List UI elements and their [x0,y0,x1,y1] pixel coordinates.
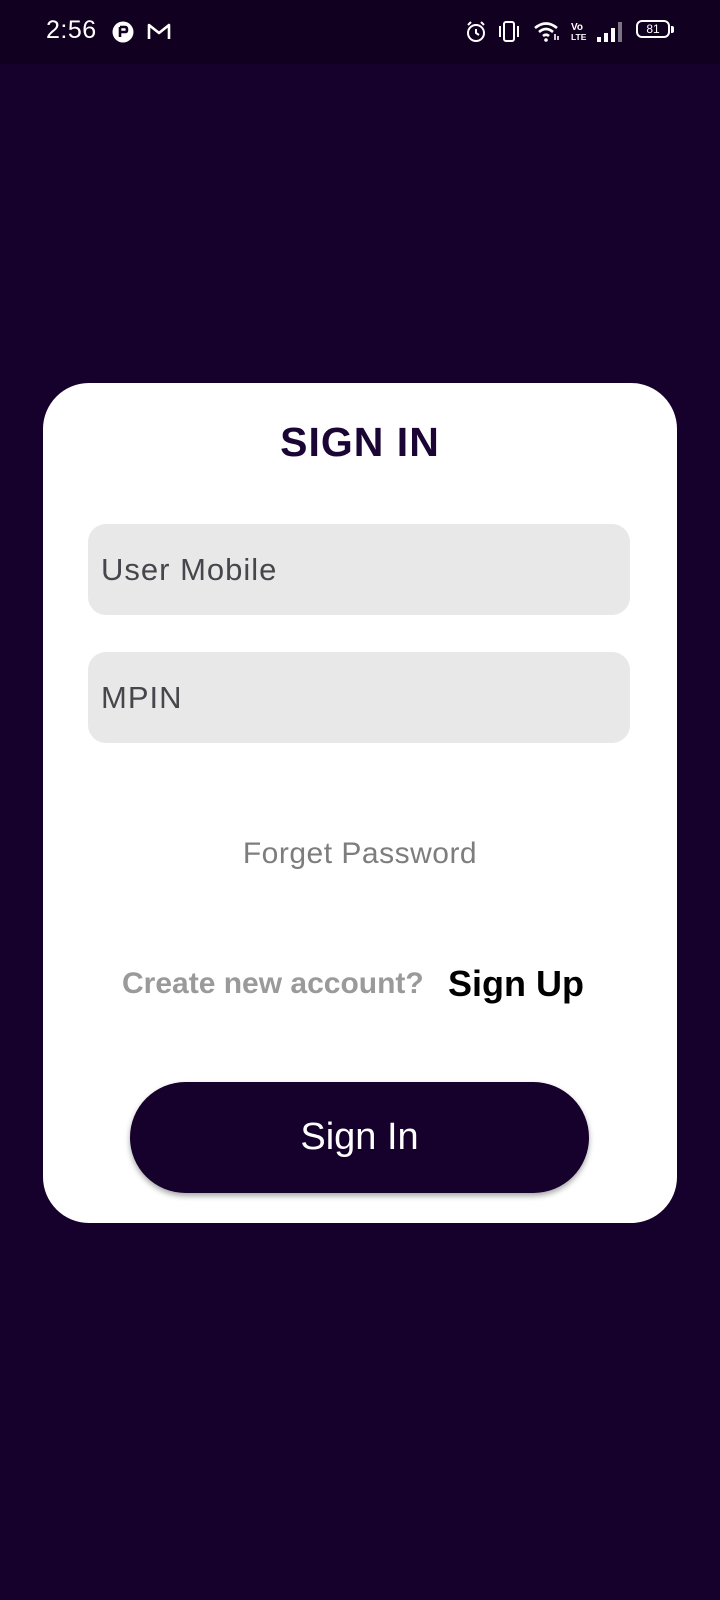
status-time: 2:56 [46,16,97,44]
status-bar: 2:56 Vo LTE 81 [0,0,720,64]
wifi-icon [534,22,559,42]
vibrate-icon [499,21,519,42]
alarm-icon [467,21,485,42]
signal-icon [597,22,622,42]
gmail-icon [147,23,171,39]
battery-level: 81 [646,22,660,36]
volte-icon: Vo LTE [571,22,587,42]
page-title: SIGN IN [280,419,440,465]
user-mobile-input[interactable] [88,524,630,615]
battery-icon: 81 [636,20,670,38]
sign-up-link[interactable]: Sign Up [448,963,584,1005]
notification-app-icon [112,21,134,43]
svg-text:LTE: LTE [571,32,587,42]
create-account-prompt: Create new account? [122,967,424,1000]
battery-tip [671,26,674,33]
mpin-input[interactable] [88,652,630,743]
login-card: SIGN IN Forget Password Create new accou… [43,383,677,1223]
sign-in-button[interactable]: Sign In [130,1082,589,1193]
forget-password-link[interactable]: Forget Password [43,837,677,871]
